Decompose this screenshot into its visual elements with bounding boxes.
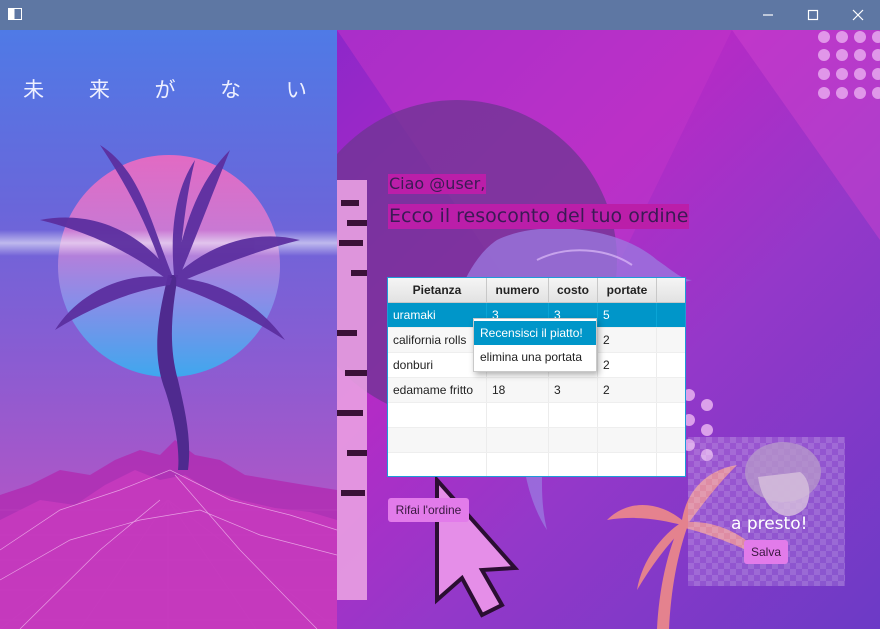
palm-mountain-scene bbox=[0, 145, 337, 629]
close-icon bbox=[852, 9, 864, 21]
farewell-label: a presto! bbox=[731, 514, 808, 534]
column-header-costo[interactable]: costo bbox=[549, 278, 598, 302]
left-artwork: 未 来 が な い bbox=[0, 30, 337, 629]
empty-row bbox=[388, 403, 685, 428]
empty-row bbox=[388, 453, 685, 476]
table-row[interactable]: edamame fritto 18 3 2 bbox=[388, 378, 685, 403]
table-header: Pietanza numero costo portate bbox=[388, 278, 685, 303]
column-header-pietanza[interactable]: Pietanza bbox=[388, 278, 487, 302]
cell-pietanza: edamame fritto bbox=[388, 378, 487, 402]
column-header-filler bbox=[657, 278, 685, 302]
maximize-button[interactable] bbox=[790, 0, 836, 30]
order-table[interactable]: Pietanza numero costo portate uramaki 3 … bbox=[387, 277, 686, 477]
column-header-portate[interactable]: portate bbox=[598, 278, 657, 302]
cell-portate: 2 bbox=[598, 353, 657, 377]
title-bar bbox=[0, 0, 880, 30]
minimize-button[interactable] bbox=[745, 0, 791, 30]
order-summary-title: Ecco il resoconto del tuo ordine bbox=[388, 204, 690, 229]
menu-item-remove-portion[interactable]: elimina una portata bbox=[474, 345, 596, 369]
menu-item-review-dish[interactable]: Recensisci il piatto! bbox=[474, 321, 596, 345]
save-button[interactable]: Salva bbox=[744, 540, 788, 564]
cell-portate: 2 bbox=[598, 328, 657, 352]
app-icon bbox=[8, 8, 22, 20]
close-button[interactable] bbox=[835, 0, 880, 30]
cell-costo: 3 bbox=[549, 378, 598, 402]
greeting-label: Ciao @user, bbox=[388, 174, 487, 194]
cell-portate: 5 bbox=[598, 303, 657, 327]
row-context-menu: Recensisci il piatto! elimina una portat… bbox=[473, 318, 597, 372]
column-header-numero[interactable]: numero bbox=[487, 278, 549, 302]
redo-order-button[interactable]: Rifai l'ordine bbox=[388, 498, 469, 522]
empty-row bbox=[388, 428, 685, 453]
japanese-title: 未 来 が な い bbox=[23, 78, 326, 102]
cell-numero: 18 bbox=[487, 378, 549, 402]
minimize-icon bbox=[763, 14, 773, 16]
cell-portate: 2 bbox=[598, 378, 657, 402]
maximize-icon bbox=[807, 9, 819, 21]
